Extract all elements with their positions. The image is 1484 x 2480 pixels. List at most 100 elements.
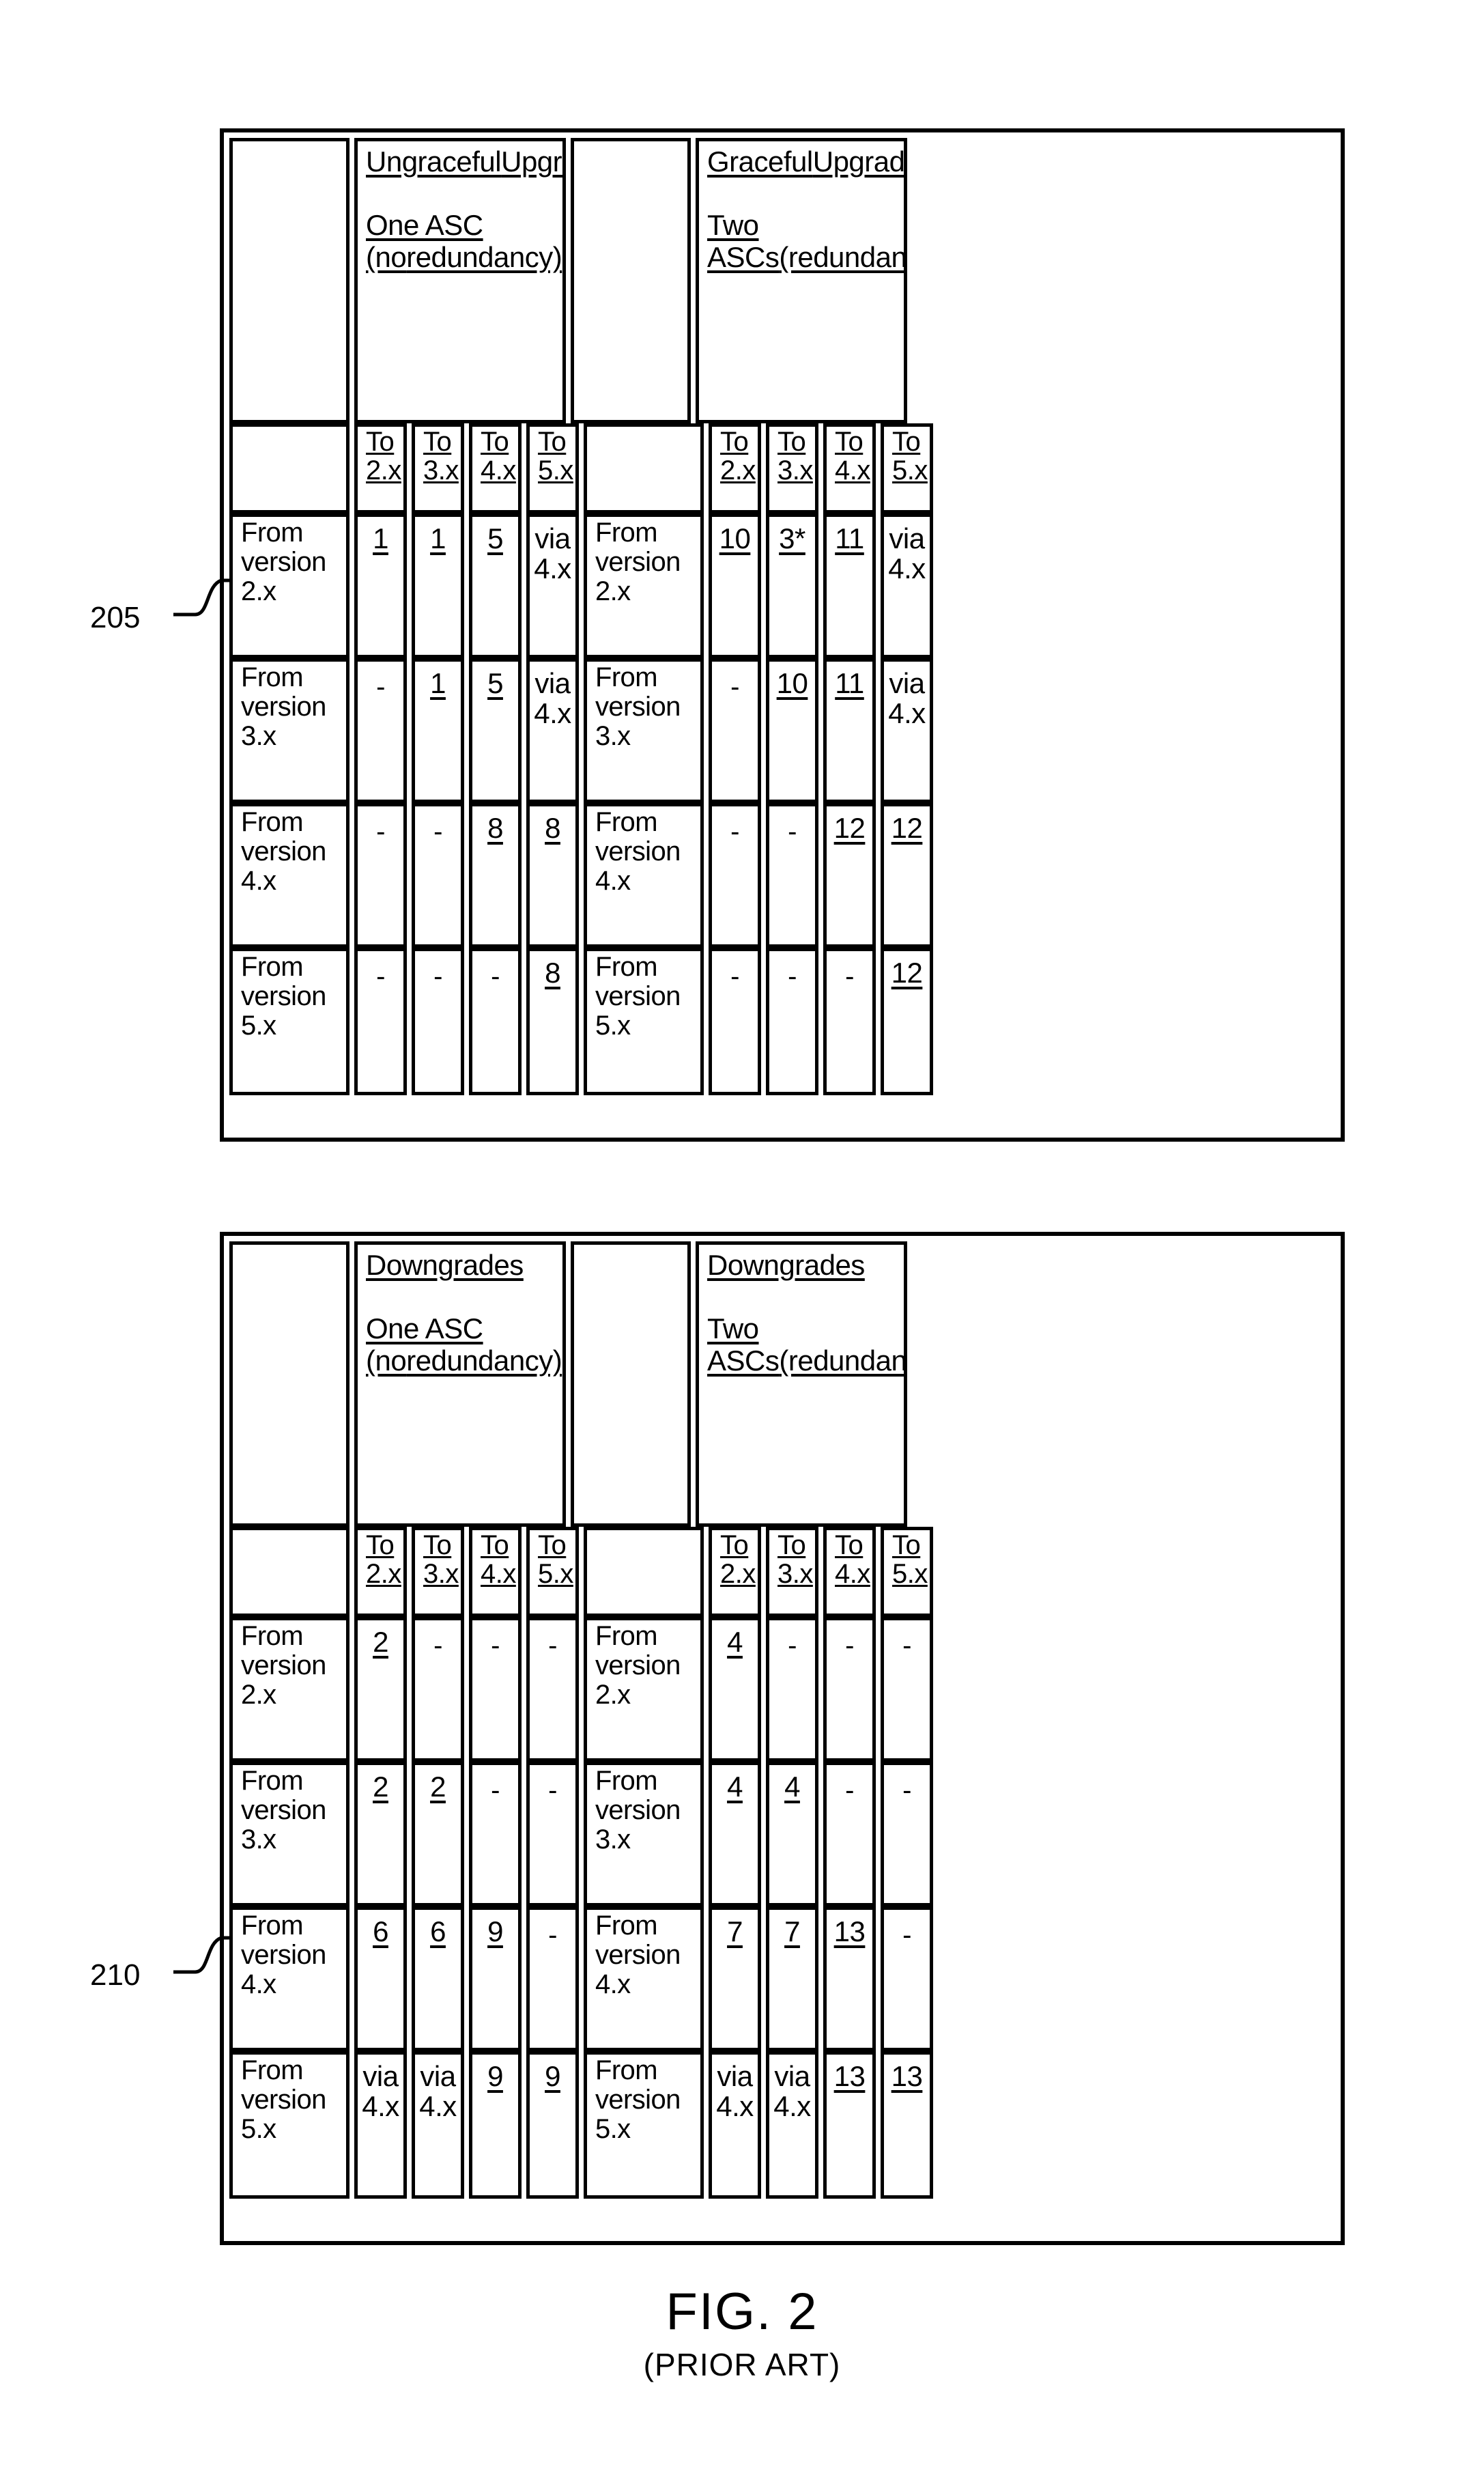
table-row: From version 3.x 2 2 - - From version 3.x 4 4 - - — [229, 1762, 1335, 1906]
cell-value: - — [730, 672, 739, 702]
left-column-header-0-upgrades: To 2.x — [354, 423, 407, 513]
left-cell-2-0-downgrades: 6 — [354, 1906, 407, 2051]
banner-row-downgrades: Downgrades One ASC (noredundancy) Downgrad… — [229, 1241, 1335, 1527]
cell-value: - — [491, 961, 500, 991]
right-cell-1-1-downgrades: 4 — [766, 1762, 818, 1906]
cell-value: 1 — [430, 667, 446, 699]
left-cell-1-3-upgrades: via 4.x — [526, 658, 579, 803]
right-cell-2-1-downgrades: 7 — [766, 1906, 818, 2051]
column-header-label: To 3.x — [423, 427, 459, 485]
right-column-header-3-downgrades: To 5.x — [881, 1527, 933, 1617]
right-cell-3-1-upgrades: - — [766, 948, 818, 1095]
cell-value: 13 — [833, 1915, 866, 1947]
cell-value: 4 — [727, 1771, 743, 1803]
column-header-label: To 5.x — [538, 427, 573, 485]
cell-value: - — [433, 1631, 442, 1661]
cell-value: 7 — [727, 1915, 743, 1947]
column-header-label: To 5.x — [892, 427, 928, 485]
left-cell-2-3-downgrades: - — [526, 1906, 579, 2051]
cell-value: - — [548, 1631, 557, 1661]
left-column-header-1-downgrades: To 3.x — [412, 1527, 464, 1617]
right-row-label-3-downgrades: From version 5.x — [584, 2051, 704, 2199]
column-header-label: To 3.x — [777, 1530, 813, 1589]
right-row-label-0-upgrades: From version 2.x — [584, 513, 704, 658]
left-banner-text-downgrades: Downgrades One ASC (noredundancy) — [366, 1249, 562, 1377]
left-cell-0-1-downgrades: - — [412, 1617, 464, 1762]
figure-caption: FIG. 2 (PRIOR ART) — [0, 2286, 1484, 2381]
right-header-corner-downgrades — [584, 1527, 704, 1617]
row-label-text: From version 2.x — [241, 518, 326, 607]
left-cell-0-2-upgrades: 5 — [469, 513, 522, 658]
cell-value: 10 — [776, 667, 808, 699]
right-column-header-2-upgrades: To 4.x — [823, 423, 876, 513]
cell-value: - — [376, 672, 385, 702]
cell-value: - — [788, 961, 797, 991]
right-cell-2-2-downgrades: 13 — [823, 1906, 876, 2051]
left-column-header-3-downgrades: To 5.x — [526, 1527, 579, 1617]
cell-value: 2 — [373, 1771, 388, 1803]
cell-value: 5 — [487, 667, 503, 699]
banner-corner-left-upgrades — [229, 138, 349, 423]
downgrades-matrix-table: Downgrades One ASC (noredundancy) Downgrad… — [220, 1232, 1345, 2245]
table-row: From version 4.x 6 6 9 - From version 4.x 7 7 13… — [229, 1906, 1335, 2051]
right-cell-1-0-downgrades: 4 — [709, 1762, 761, 1906]
cell-value: 2 — [430, 1771, 446, 1803]
row-label-text: From version 5.x — [241, 2055, 326, 2145]
right-column-header-1-upgrades: To 3.x — [766, 423, 818, 513]
left-column-header-2-downgrades: To 4.x — [469, 1527, 522, 1617]
leader-line-210 — [173, 1936, 231, 1974]
right-cell-0-1-upgrades: 3* — [766, 513, 818, 658]
left-row-label-0-upgrades: From version 2.x — [229, 513, 349, 658]
row-label-text: From version 4.x — [595, 1911, 681, 2000]
cell-value: via 4.x — [888, 667, 926, 730]
cell-value: 11 — [835, 522, 864, 554]
right-cell-0-2-upgrades: 11 — [823, 513, 876, 658]
left-row-label-1-downgrades: From version 3.x — [229, 1762, 349, 1906]
left-banner-text-upgrades: UngracefulUpgradesOne ASC (noredundancy) — [366, 145, 562, 274]
row-label-text: From version 3.x — [241, 1766, 326, 1855]
right-cell-3-2-downgrades: 13 — [823, 2051, 876, 2199]
right-row-label-1-downgrades: From version 3.x — [584, 1762, 704, 1906]
left-cell-2-1-downgrades: 6 — [412, 1906, 464, 2051]
left-row-label-2-upgrades: From version 4.x — [229, 803, 349, 948]
right-cell-0-3-upgrades: via 4.x — [881, 513, 933, 658]
cell-value: via 4.x — [773, 2060, 811, 2123]
cell-value: - — [730, 817, 739, 847]
left-banner-cell-upgrades: UngracefulUpgradesOne ASC (noredundancy) — [354, 138, 566, 423]
right-row-label-0-downgrades: From version 2.x — [584, 1617, 704, 1762]
row-label-text: From version 4.x — [595, 807, 681, 897]
cell-value: - — [491, 1631, 500, 1661]
cell-value: - — [788, 817, 797, 847]
left-cell-2-0-upgrades: - — [354, 803, 407, 948]
column-header-label: To 4.x — [835, 427, 870, 485]
left-cell-3-3-upgrades: 8 — [526, 948, 579, 1095]
cell-value: 9 — [487, 1915, 503, 1947]
cell-value: 1 — [373, 522, 388, 554]
right-row-label-1-upgrades: From version 3.x — [584, 658, 704, 803]
right-column-header-2-downgrades: To 4.x — [823, 1527, 876, 1617]
right-cell-1-2-downgrades: - — [823, 1762, 876, 1906]
right-cell-3-0-upgrades: - — [709, 948, 761, 1095]
column-header-label: To 2.x — [720, 1530, 756, 1589]
left-row-label-3-downgrades: From version 5.x — [229, 2051, 349, 2199]
left-row-label-2-downgrades: From version 4.x — [229, 1906, 349, 2051]
left-cell-0-3-upgrades: via 4.x — [526, 513, 579, 658]
left-cell-1-0-downgrades: 2 — [354, 1762, 407, 1906]
left-cell-2-2-upgrades: 8 — [469, 803, 522, 948]
cell-value: 8 — [487, 812, 503, 844]
right-cell-0-1-downgrades: - — [766, 1617, 818, 1762]
left-row-label-0-downgrades: From version 2.x — [229, 1617, 349, 1762]
left-row-label-3-upgrades: From version 5.x — [229, 948, 349, 1095]
cell-value: - — [845, 961, 854, 991]
right-column-header-0-upgrades: To 2.x — [709, 423, 761, 513]
right-cell-2-0-downgrades: 7 — [709, 1906, 761, 2051]
cell-value: via 4.x — [362, 2060, 399, 2123]
right-cell-0-0-downgrades: 4 — [709, 1617, 761, 1762]
right-cell-2-1-upgrades: - — [766, 803, 818, 948]
cell-value: 8 — [545, 812, 560, 844]
cell-value: via 4.x — [534, 667, 571, 730]
left-cell-2-3-upgrades: 8 — [526, 803, 579, 948]
right-banner-cell-upgrades: GracefulUpgradesTwo ASCs(redundant) — [696, 138, 907, 423]
left-header-corner-downgrades — [229, 1527, 349, 1617]
cell-value: 9 — [545, 2060, 560, 2092]
